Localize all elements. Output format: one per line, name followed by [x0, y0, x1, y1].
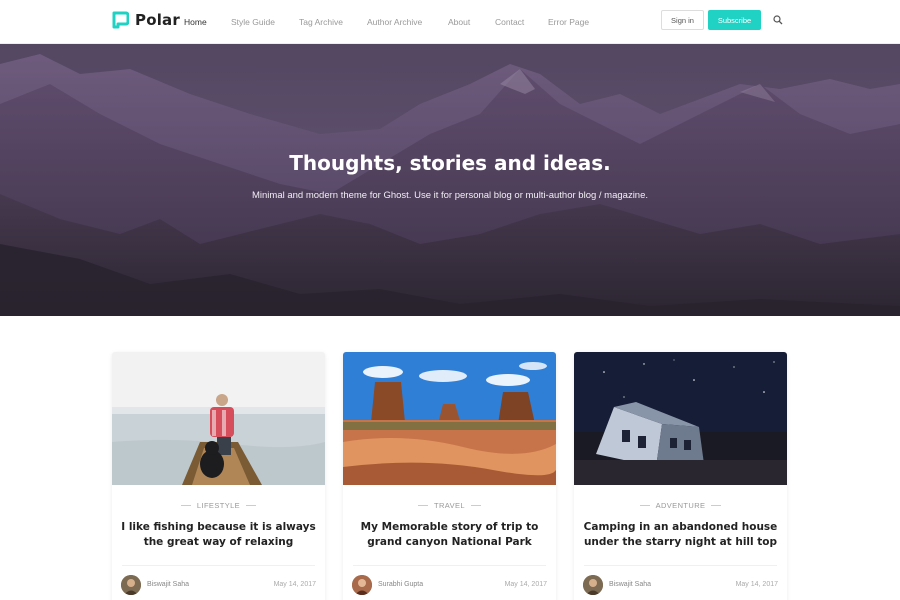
- nav-style-guide[interactable]: Style Guide: [231, 17, 275, 27]
- logo-text: Polar: [135, 11, 180, 29]
- post-card[interactable]: TRAVEL My Memorable story of trip to gra…: [343, 352, 556, 600]
- card-divider: [122, 565, 315, 566]
- post-title[interactable]: I like fishing because it is always the …: [120, 520, 317, 550]
- hero-banner: Thoughts, stories and ideas. Minimal and…: [0, 44, 900, 316]
- hero-subtitle: Minimal and modern theme for Ghost. Use …: [251, 190, 649, 201]
- tag-dash-right: [246, 505, 257, 506]
- post-tag-label: LIFESTYLE: [196, 501, 241, 510]
- tag-dash-right: [471, 505, 482, 506]
- author-name[interactable]: Biswajit Saha: [147, 581, 189, 588]
- avatar-icon: [121, 575, 141, 595]
- canyon-illustration: [343, 352, 556, 485]
- nav-error-page[interactable]: Error Page: [548, 17, 589, 27]
- post-tag[interactable]: ADVENTURE: [574, 501, 787, 510]
- mountain-illustration: [0, 44, 900, 316]
- post-tag-label: TRAVEL: [433, 501, 466, 510]
- site-logo[interactable]: Polar: [112, 11, 180, 29]
- search-icon[interactable]: [773, 15, 783, 25]
- site-header: Polar Home Style Guide Tag Archive Autho…: [0, 0, 900, 44]
- post-image-canyon[interactable]: [343, 352, 556, 485]
- avatar-icon: [352, 575, 372, 595]
- post-date: May 14, 2017: [504, 581, 547, 588]
- post-tag[interactable]: LIFESTYLE: [112, 501, 325, 510]
- author-avatar[interactable]: [121, 575, 141, 595]
- nav-author-archive[interactable]: Author Archive: [367, 17, 422, 27]
- author-name[interactable]: Surabhi Gupta: [378, 581, 423, 588]
- post-image-fishing[interactable]: [112, 352, 325, 485]
- post-card[interactable]: ADVENTURE Camping in an abandoned house …: [574, 352, 787, 600]
- post-card[interactable]: LIFESTYLE I like fishing because it is a…: [112, 352, 325, 600]
- card-divider: [353, 565, 546, 566]
- nav-contact[interactable]: Contact: [495, 17, 524, 27]
- polar-logo-icon: [112, 11, 129, 29]
- post-image-abandoned-house[interactable]: [574, 352, 787, 485]
- night-house-illustration: [574, 352, 787, 485]
- tag-dash-left: [417, 505, 428, 506]
- tag-dash-right: [711, 505, 722, 506]
- avatar-icon: [583, 575, 603, 595]
- author-avatar[interactable]: [352, 575, 372, 595]
- tag-dash-left: [180, 505, 191, 506]
- nav-home[interactable]: Home: [184, 17, 207, 27]
- nav-about[interactable]: About: [448, 17, 470, 27]
- fishing-illustration: [112, 352, 325, 485]
- card-divider: [584, 565, 777, 566]
- post-title[interactable]: Camping in an abandoned house under the …: [582, 520, 779, 550]
- post-tag-label: ADVENTURE: [655, 501, 706, 510]
- sign-in-button[interactable]: Sign in: [661, 10, 704, 30]
- post-date: May 14, 2017: [735, 581, 778, 588]
- author-avatar[interactable]: [583, 575, 603, 595]
- hero-title: Thoughts, stories and ideas.: [289, 151, 611, 175]
- author-name[interactable]: Biswajit Saha: [609, 581, 651, 588]
- tag-dash-left: [639, 505, 650, 506]
- post-tag[interactable]: TRAVEL: [343, 501, 556, 510]
- nav-tag-archive[interactable]: Tag Archive: [299, 17, 343, 27]
- subscribe-button[interactable]: Subscribe: [708, 10, 761, 30]
- post-date: May 14, 2017: [273, 581, 316, 588]
- post-title[interactable]: My Memorable story of trip to grand cany…: [351, 520, 548, 550]
